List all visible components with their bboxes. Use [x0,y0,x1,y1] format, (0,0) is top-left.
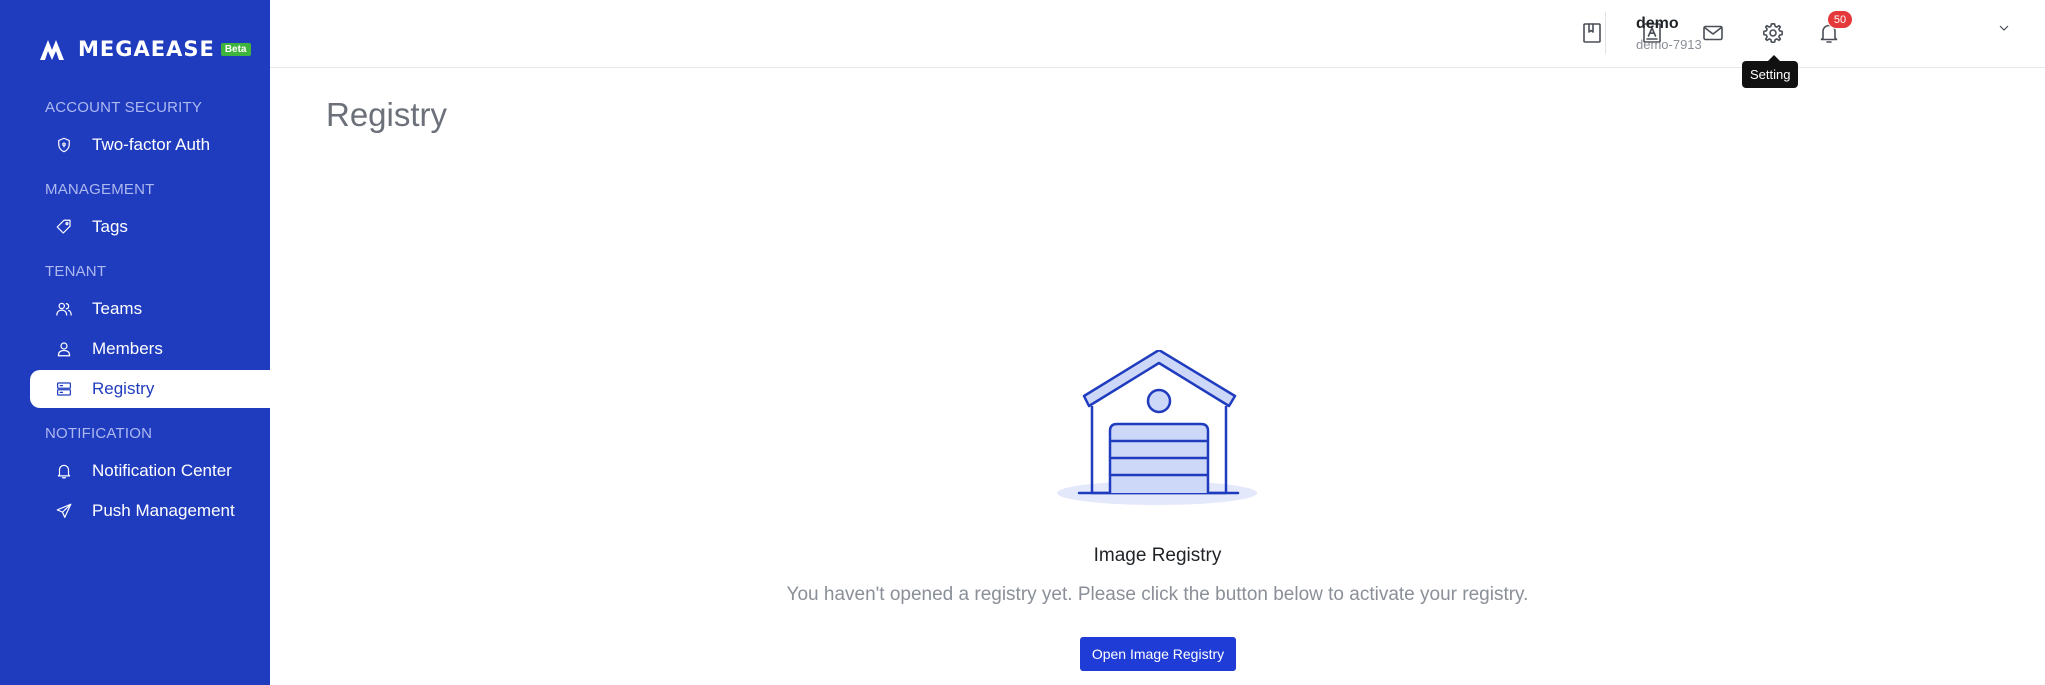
brand-logo[interactable]: MEGAEASE Beta [38,36,251,62]
sidebar-item-push-management[interactable]: Push Management [30,492,270,530]
sidebar-item-members[interactable]: Members [30,330,270,368]
sidebar-item-label: Two-factor Auth [92,135,211,154]
users-icon [54,299,74,319]
section-title-notification: NOTIFICATION [45,425,153,442]
page-title: Registry [326,96,448,133]
user-icon [54,339,74,359]
open-image-registry-button[interactable]: Open Image Registry [1080,637,1236,671]
bell-icon [54,461,74,481]
tag-icon [54,217,74,237]
section-title-tenant: TENANT [45,263,107,280]
sidebar-item-two-factor-auth[interactable]: Two-factor Auth [30,126,270,164]
mail-icon[interactable] [1699,19,1727,47]
book-icon[interactable] [1578,19,1606,47]
notification-bell-button[interactable]: 50 [1815,10,1853,47]
server-icon [54,379,74,399]
sidebar: MEGAEASE Beta ACCOUNT SECURITY Two-facto… [0,0,270,685]
beta-badge: Beta [220,42,251,56]
sidebar-item-registry[interactable]: Registry [30,370,270,408]
sidebar-item-tags[interactable]: Tags [30,208,270,246]
sidebar-item-notification-center[interactable]: Notification Center [30,452,270,490]
sidebar-item-label: Members [92,339,163,358]
brand-name: MEGAEASE [78,37,215,61]
setting-tooltip: Setting [1742,55,1799,88]
sidebar-item-label: Registry [92,379,155,398]
send-icon [54,501,74,521]
notification-count-badge: 50 [1827,10,1853,29]
garage-icon [1055,348,1260,510]
section-title-management: MANAGEMENT [45,181,155,198]
user-name[interactable]: demo [1636,15,1679,33]
sidebar-item-label: Teams [92,299,143,318]
gear-icon[interactable] [1759,19,1787,47]
sidebar-item-label: Push Management [92,501,235,520]
user-id: demo-7913 [1636,37,1702,52]
chevron-down-icon[interactable] [1996,20,2016,40]
section-title-account-security: ACCOUNT SECURITY [45,99,203,116]
megaease-logo-icon [40,40,64,60]
empty-state-title: Image Registry [1093,545,1222,566]
sidebar-item-label: Tags [92,217,128,236]
header-divider [1605,12,1606,54]
empty-state-description: You haven't opened a registry yet. Pleas… [786,584,1529,605]
sidebar-item-label: Notification Center [92,461,232,480]
shield-icon [54,135,74,155]
sidebar-item-teams[interactable]: Teams [30,290,270,328]
